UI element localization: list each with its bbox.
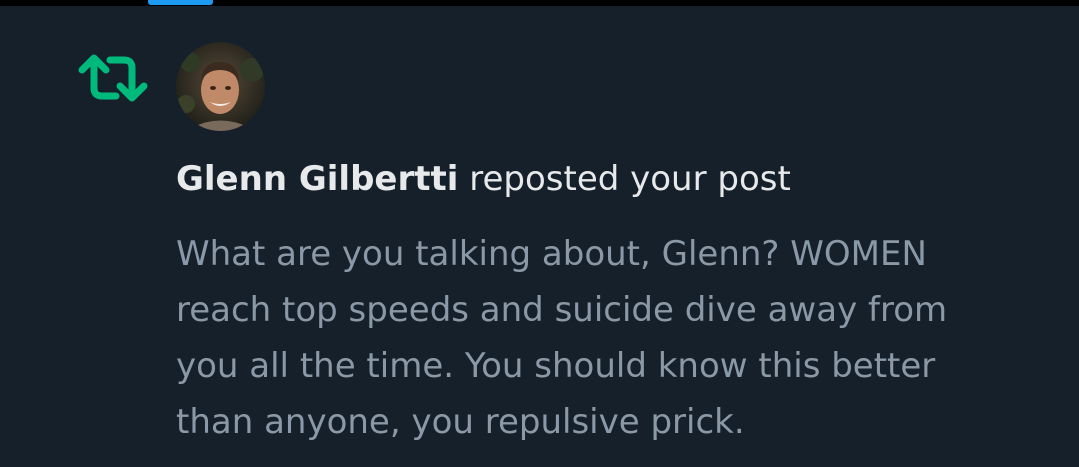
post-text-line: than anyone, you repulsive prick. (176, 402, 745, 442)
notification-headline: Glenn Gilbertti reposted your post (176, 156, 1056, 202)
active-tab-indicator (148, 0, 213, 5)
repost-notification[interactable]: Glenn Gilbertti reposted your post What … (0, 6, 1079, 467)
post-text-line: reach top speeds and suicide dive away f… (176, 290, 948, 330)
post-text-line: What are you talking about, Glenn? WOMEN (176, 234, 927, 274)
post-text-line: you all the time. You should know this b… (176, 346, 936, 386)
post-text[interactable]: What are you talking about, Glenn? WOMEN… (176, 226, 1056, 450)
reposter-name[interactable]: Glenn Gilbertti (176, 159, 458, 199)
action-text: reposted your post (469, 159, 791, 199)
avatar[interactable] (176, 42, 265, 131)
repost-icon (78, 50, 148, 106)
